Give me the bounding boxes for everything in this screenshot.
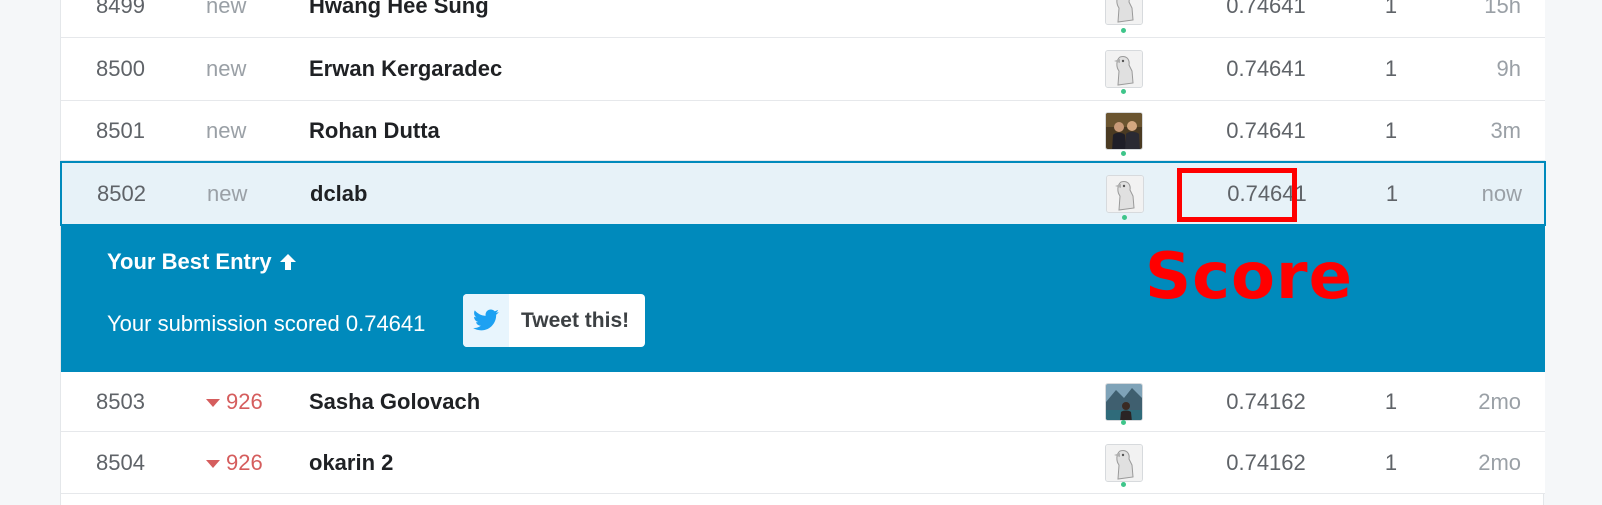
change-cell: new [206, 117, 247, 143]
online-status-dot [1121, 482, 1126, 487]
table-row[interactable]: 8503 926 Sasha Golovach 0.74162 1 2mo [61, 372, 1545, 432]
tweet-button[interactable]: Tweet this! [463, 294, 645, 347]
last-submission-cell: 9h [1496, 56, 1521, 81]
team-name-link[interactable]: Hwang Hee Sung [309, 0, 1009, 37]
last-submission-cell: 15h [1484, 0, 1521, 18]
score-cell: 0.74162 [1226, 388, 1306, 414]
score-cell: 0.74162 [1226, 449, 1306, 475]
change-value: 926 [226, 449, 263, 475]
entries-cell: 1 [1385, 180, 1399, 206]
rank-cell: 8501 [96, 117, 145, 143]
rank-cell: 8502 [97, 180, 146, 206]
score-cell: 0.74641 [1226, 117, 1306, 143]
my-team-row[interactable]: 8502 new dclab 0.74641 1 now [60, 161, 1546, 226]
avatar[interactable] [1106, 163, 1150, 224]
change-cell: new [206, 56, 247, 81]
change-cell: 926 [206, 432, 296, 493]
online-status-dot [1121, 151, 1126, 156]
table-row[interactable]: 8501 new Rohan Dutta 0.74641 1 3m [61, 101, 1545, 161]
team-name-link[interactable]: okarin 2 [309, 432, 1009, 493]
entries-cell: 1 [1384, 388, 1398, 414]
rank-cell: 8503 [96, 388, 145, 414]
arrow-up-icon [279, 254, 296, 270]
change-cell: new [206, 0, 247, 18]
last-submission-cell: 2mo [1478, 388, 1521, 414]
team-name-link[interactable]: dclab [310, 163, 1010, 224]
last-submission-cell: 3m [1490, 117, 1521, 143]
team-name-link[interactable]: Sasha Golovach [309, 372, 1009, 431]
change-cell: new [207, 180, 248, 206]
table-row[interactable]: 8499 new Hwang Hee Sung 0.74641 1 15h [61, 0, 1545, 38]
tweet-button-label: Tweet this! [521, 308, 630, 332]
rank-cell: 8499 [96, 0, 145, 18]
user-photo-icon [1106, 112, 1142, 149]
avatar[interactable] [1105, 38, 1149, 100]
score-cell: 0.74641 [1226, 0, 1306, 18]
online-status-dot [1122, 215, 1127, 220]
caret-down-icon [206, 398, 220, 407]
avatar[interactable] [1105, 101, 1149, 160]
goose-avatar-icon [1106, 0, 1142, 24]
avatar[interactable] [1105, 0, 1149, 37]
goose-avatar-icon [1107, 175, 1143, 212]
table-row[interactable]: 8500 new Erwan Kergaradec 0.74641 1 9h [61, 38, 1545, 101]
caret-down-icon [206, 459, 220, 468]
best-entry-title-text: Your Best Entry [107, 249, 272, 274]
online-status-dot [1121, 28, 1126, 33]
entries-cell: 1 [1384, 56, 1398, 81]
score-cell: 0.74641 [1226, 56, 1306, 81]
online-status-dot [1121, 89, 1126, 94]
online-status-dot [1121, 420, 1126, 425]
rank-cell: 8504 [96, 449, 145, 475]
table-row[interactable]: 8504 926 okarin 2 0.74162 1 2mo [61, 432, 1545, 494]
team-name-link[interactable]: Erwan Kergaradec [309, 38, 1009, 100]
team-name-link[interactable]: Rohan Dutta [309, 101, 1009, 160]
goose-avatar-icon [1106, 444, 1142, 481]
best-entry-title: Your Best Entry [107, 249, 298, 275]
twitter-bird-icon [463, 294, 509, 347]
entries-cell: 1 [1384, 0, 1398, 18]
last-submission-cell: 2mo [1478, 449, 1521, 475]
last-submission-cell: now [1481, 180, 1522, 206]
submission-score-text: Your submission scored 0.74641 [107, 311, 426, 336]
score-annotation-label: Score [1145, 240, 1353, 314]
change-cell: 926 [206, 372, 296, 431]
rank-cell: 8500 [96, 56, 145, 81]
score-highlight-box [1177, 168, 1297, 222]
change-value: 926 [226, 388, 263, 414]
avatar[interactable] [1105, 372, 1149, 431]
user-photo-icon [1106, 383, 1142, 420]
entries-cell: 1 [1384, 449, 1398, 475]
avatar[interactable] [1105, 432, 1149, 493]
entries-cell: 1 [1384, 117, 1398, 143]
goose-avatar-icon [1106, 51, 1142, 87]
